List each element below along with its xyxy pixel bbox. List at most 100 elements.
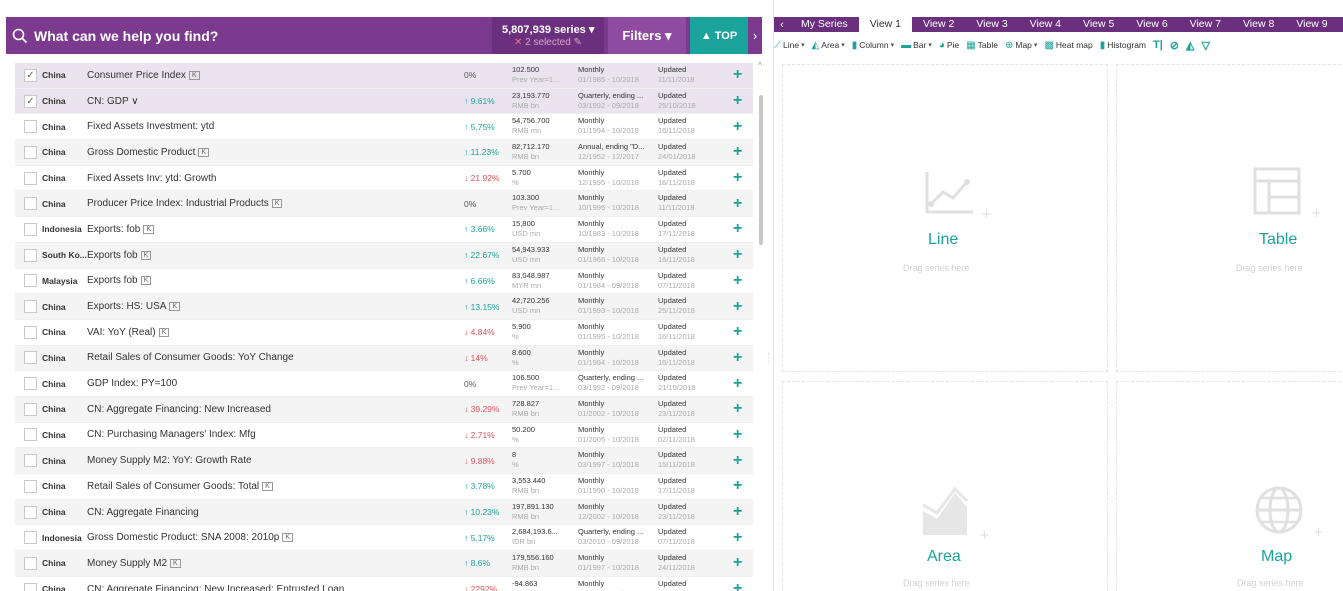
row-checkbox[interactable] [24,377,37,391]
row-checkbox[interactable] [24,402,37,416]
collapse-panel-icon[interactable]: › [748,17,762,54]
row-series-name[interactable]: Exports: HS: USA K [87,301,181,312]
row-checkbox[interactable] [24,454,37,468]
row-series-name[interactable]: CN: Aggregate Financing: New Increased [87,404,271,415]
row-checkbox[interactable] [24,145,37,159]
add-series-icon[interactable]: + [733,195,742,213]
series-row[interactable]: China GDP Index: PY=100 0% 106.500 Prev Year… [15,371,753,397]
tab-view-3[interactable]: View 3 [965,17,1018,32]
series-row[interactable]: China Money Supply M2 K ↑ 8.6% 179,556.160 RM… [15,551,753,577]
clear-selection-icon[interactable]: ✕ [514,37,522,48]
row-checkbox[interactable]: ✓ [24,68,37,82]
series-row[interactable]: China Gross Domestic Product K ↑ 11.23% 82,7… [15,140,753,166]
row-series-name[interactable]: Money Supply M2: YoY: Growth Rate [87,455,252,466]
series-row[interactable]: China Retail Sales of Consumer Goods: YoY… [15,345,753,372]
toolbar-histogram-button[interactable]: ▮ Histogram [1100,40,1146,51]
add-series-icon[interactable]: + [733,452,742,470]
series-row[interactable]: China Fixed Assets Inv: ytd: Growth ↓ 21.9… [15,166,753,192]
row-series-name[interactable]: Consumer Price Index K [87,70,200,81]
toolbar-bar-button[interactable]: ▬ Bar ▾ [901,40,932,51]
row-series-name[interactable]: CN: Purchasing Managers' Index: Mfg [87,429,256,440]
row-checkbox[interactable] [24,222,37,236]
row-series-name[interactable]: Retail Sales of Consumer Goods: Total K [87,481,273,492]
row-checkbox[interactable] [24,325,37,339]
link-icon[interactable]: ⊘ [1170,39,1179,52]
top-button[interactable]: ▲ TOP [690,17,748,54]
series-row[interactable]: China Exports: HS: USA K ↑ 13.15% 42,720.256… [15,294,753,320]
series-row[interactable]: Indonesia Gross Domestic Product: SNA 200… [15,525,753,552]
tab-view-6[interactable]: View 6 [1125,17,1178,32]
row-checkbox[interactable] [24,171,37,185]
row-checkbox[interactable] [24,556,37,570]
chevron-left-icon[interactable]: ‹ [774,19,790,31]
series-row[interactable]: China CN: Purchasing Managers' Index: Mfg… [15,423,753,449]
add-series-icon[interactable]: + [733,169,742,187]
area-drop-zone[interactable]: + Area Drag series here [782,381,1108,591]
mountain-icon[interactable]: ◭ [1186,39,1194,52]
row-series-name[interactable]: Gross Domestic Product K [87,147,210,158]
tab-view-1[interactable]: View 1 [858,17,913,32]
line-drop-zone[interactable]: + Line Drag series here [782,64,1108,372]
row-series-name[interactable]: VAI: YoY (Real) K [87,327,170,338]
series-row[interactable]: China VAI: YoY (Real) K ↓ 4.84% 5.900% Monthl… [15,320,753,346]
add-series-icon[interactable]: + [733,554,742,572]
toolbar-line-button[interactable]: ⟋ Line ▾ [774,40,805,51]
series-row[interactable]: China Producer Price Index: Industrial Pr… [15,191,753,218]
series-row[interactable]: China CN: Aggregate Financing: New Increa… [15,577,753,591]
series-row[interactable]: Indonesia Exports: fob K ↑ 3.66% 15,800 USD m… [15,217,753,243]
tab-view-2[interactable]: View 2 [912,17,965,32]
toolbar-table-button[interactable]: ▦ Table [966,40,998,51]
row-checkbox[interactable] [24,300,37,314]
tab-view-7[interactable]: View 7 [1179,17,1232,32]
row-checkbox[interactable] [24,248,37,262]
row-checkbox[interactable] [24,274,37,288]
add-series-icon[interactable]: + [733,323,742,341]
add-series-icon[interactable]: + [733,400,742,418]
scroll-thumb[interactable] [759,95,763,245]
row-checkbox[interactable] [24,120,37,134]
row-series-name[interactable]: Exports: fob K [87,224,155,235]
add-series-icon[interactable]: + [733,529,742,547]
series-row[interactable]: ✓ China CN: GDP ∨ ↑ 9.61% 23,193.770 RMB bn Qu… [15,88,753,115]
row-checkbox[interactable] [24,505,37,519]
add-series-icon[interactable]: + [733,118,742,136]
row-checkbox[interactable] [24,428,37,442]
row-series-name[interactable]: Fixed Assets Investment: ytd [87,121,214,132]
row-series-name[interactable]: CN: GDP ∨ [87,96,139,107]
toolbar-pie-button[interactable]: ◕ Pie [939,40,959,51]
add-series-icon[interactable]: + [733,66,742,84]
series-row[interactable]: South Ko... Exports fob K ↑ 22.67% 54,943.93… [15,242,753,269]
row-checkbox[interactable]: ✓ [24,94,37,108]
row-checkbox[interactable] [24,582,37,591]
toolbar-heat-map-button[interactable]: ▩ Heat map [1044,40,1092,51]
row-series-name[interactable]: Producer Price Index: Industrial Product… [87,198,283,209]
toolbar-column-button[interactable]: ▮ Column ▾ [852,40,894,51]
chevron-down-icon[interactable]: ∨ [131,96,138,107]
series-row[interactable]: China CN: Aggregate Financing ↑ 10.23% 197,… [15,499,753,526]
tab-view-8[interactable]: View 8 [1232,17,1285,32]
add-series-icon[interactable]: + [733,580,742,591]
row-series-name[interactable]: Money Supply M2 K [87,558,181,569]
row-checkbox[interactable] [24,479,37,493]
pencil-icon[interactable]: ✎ [574,37,582,48]
row-checkbox[interactable] [24,351,37,365]
text-tool-icon[interactable]: T| [1153,39,1163,51]
row-series-name[interactable]: Gross Domestic Product: SNA 2008: 2010p K [87,532,293,543]
toolbar-area-button[interactable]: ◭ Area ▾ [812,40,845,51]
row-series-name[interactable]: Fixed Assets Inv: ytd: Growth [87,173,217,184]
series-row[interactable]: China Fixed Assets Investment: ytd ↑ 5.75%… [15,114,753,141]
add-series-icon[interactable]: + [733,246,742,264]
series-row[interactable]: ✓ China Consumer Price Index K 0% 102.500 Prev… [15,63,753,89]
filter-icon[interactable]: ▽ [1201,39,1209,52]
table-drop-zone[interactable]: + Table Drag series here [1116,64,1343,372]
row-series-name[interactable]: CN: Aggregate Financing [87,507,199,518]
resize-handle-icon[interactable]: · · · [767,350,770,366]
tab-view-5[interactable]: View 5 [1072,17,1125,32]
add-series-icon[interactable]: + [733,375,742,393]
tab-view-9[interactable]: View 9 [1285,17,1338,32]
panel-divider[interactable] [766,0,774,591]
row-series-name[interactable]: GDP Index: PY=100 [87,378,177,389]
tab-view-4[interactable]: View 4 [1019,17,1072,32]
add-series-icon[interactable]: + [733,272,742,290]
search-input[interactable]: What can we help you find? [6,17,492,54]
